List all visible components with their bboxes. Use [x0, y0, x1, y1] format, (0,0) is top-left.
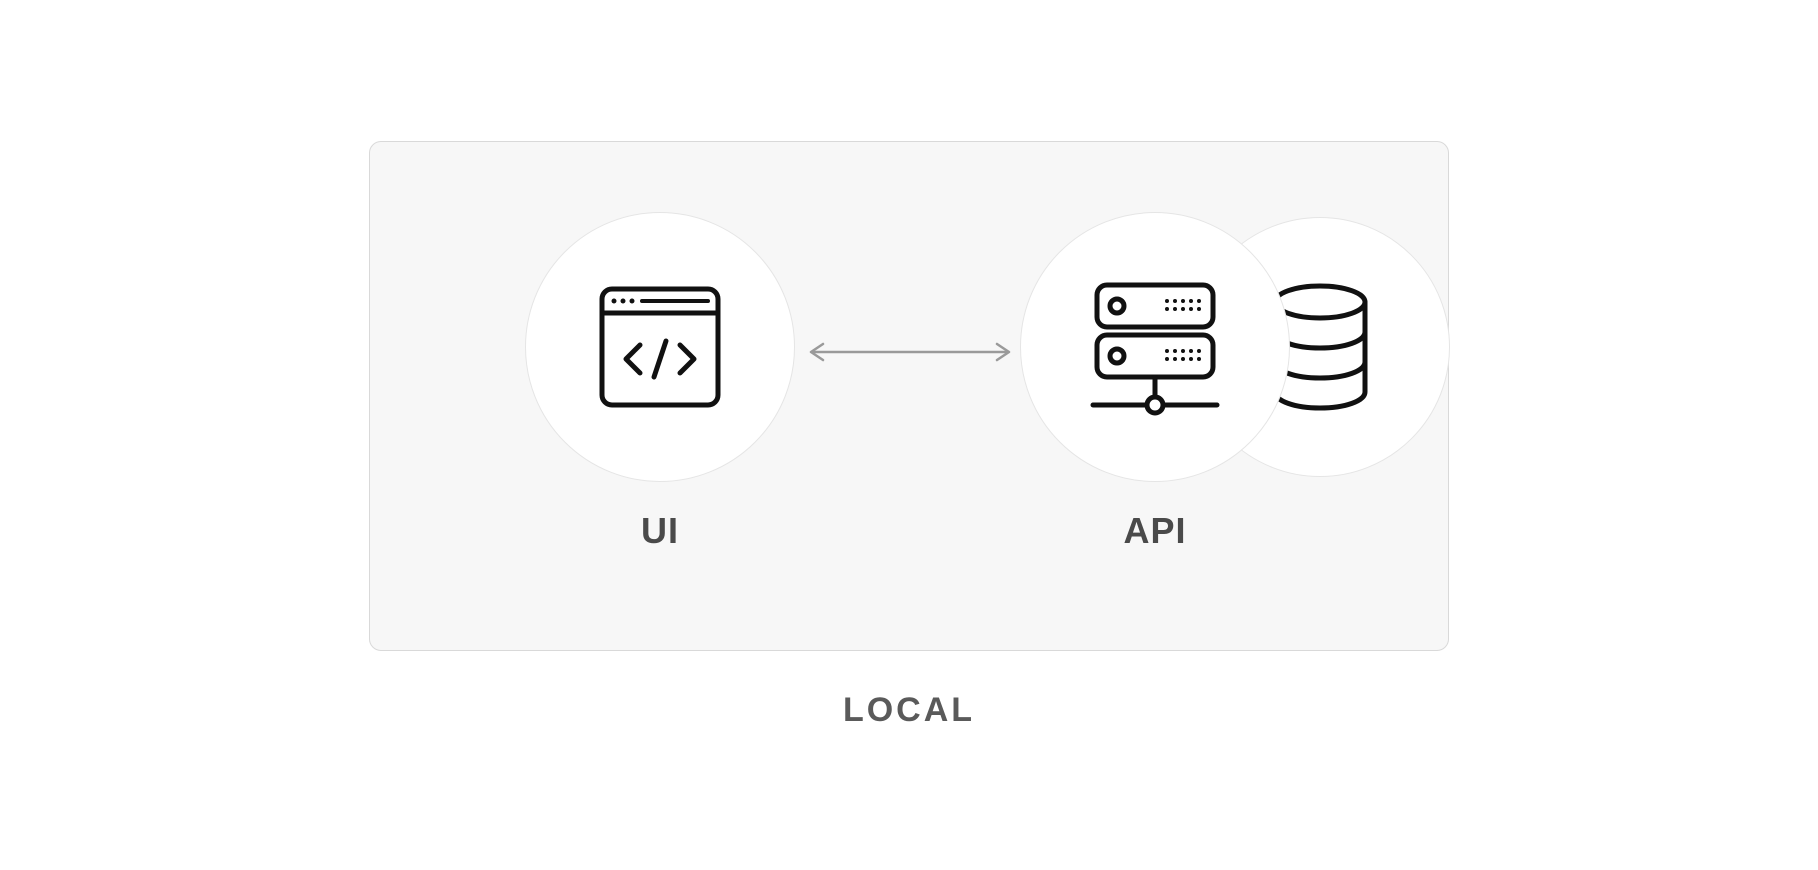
api-node: API: [1020, 212, 1290, 552]
api-circle: [1020, 212, 1290, 482]
bidirectional-arrow: [805, 342, 1015, 362]
diagram-container: UI: [369, 141, 1449, 651]
api-label: API: [1123, 510, 1186, 552]
server-icon: [1075, 267, 1235, 427]
ui-node: UI: [525, 212, 795, 552]
container-label: LOCAL: [843, 691, 975, 730]
ui-label: UI: [641, 510, 679, 552]
ui-circle: [525, 212, 795, 482]
code-window-icon: [590, 277, 730, 417]
